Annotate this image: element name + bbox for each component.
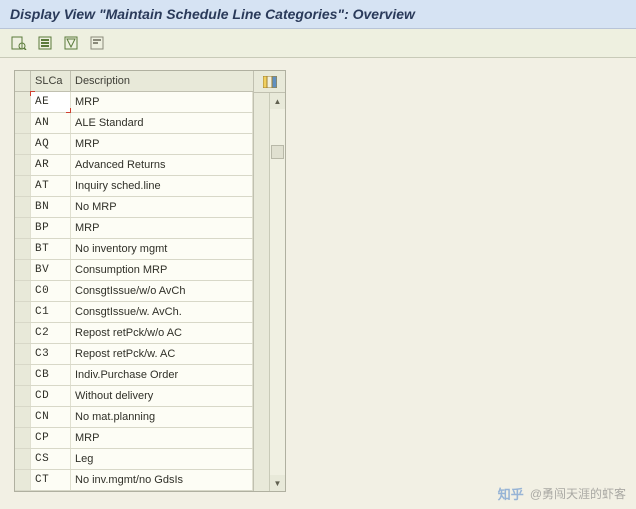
cell-description[interactable]: Without delivery [71,386,253,406]
vertical-scrollbar[interactable]: ▲ ▼ [269,93,285,491]
table-row[interactable]: C2Repost retPck/w/o AC [15,323,253,344]
cell-slca[interactable]: BT [31,239,71,259]
col-slca[interactable]: SLCa [31,71,71,91]
cell-slca[interactable]: CT [31,470,71,490]
row-selector[interactable] [15,323,31,343]
table-row[interactable]: BNNo MRP [15,197,253,218]
cell-description[interactable]: No MRP [71,197,253,217]
grid-body: AEMRPANALE StandardAQMRPARAdvanced Retur… [15,92,253,491]
cell-description[interactable]: Indiv.Purchase Order [71,365,253,385]
scroll-thumb[interactable] [271,145,284,159]
cell-slca[interactable]: C0 [31,281,71,301]
row-selector[interactable] [15,155,31,175]
cell-slca[interactable]: AT [31,176,71,196]
cell-slca[interactable]: C2 [31,323,71,343]
grid-side: ▲ ▼ [253,71,285,491]
table-row[interactable]: CNNo mat.planning [15,407,253,428]
row-selector[interactable] [15,281,31,301]
scroll-up-button[interactable]: ▲ [270,93,285,109]
window-title: Display View "Maintain Schedule Line Cat… [0,0,636,29]
configure-columns-button[interactable] [254,71,285,93]
row-selector[interactable] [15,302,31,322]
row-selector[interactable] [15,176,31,196]
cell-description[interactable]: ALE Standard [71,113,253,133]
print-button[interactable] [88,35,106,51]
table-row[interactable]: BVConsumption MRP [15,260,253,281]
row-selector[interactable] [15,365,31,385]
table-row[interactable]: ANALE Standard [15,113,253,134]
cell-slca[interactable]: BP [31,218,71,238]
cell-slca[interactable]: CN [31,407,71,427]
row-selector[interactable] [15,92,31,112]
cell-description[interactable]: MRP [71,428,253,448]
cell-slca[interactable]: CP [31,428,71,448]
deselect-all-button[interactable] [62,35,80,51]
scroll-track[interactable] [270,109,285,475]
col-select[interactable] [15,71,31,91]
schedule-line-grid: SLCa Description AEMRPANALE StandardAQMR… [14,70,286,492]
cell-description[interactable]: ConsgtIssue/w. AvCh. [71,302,253,322]
cell-description[interactable]: MRP [71,134,253,154]
row-selector[interactable] [15,134,31,154]
col-description[interactable]: Description [71,71,253,91]
row-selector[interactable] [15,449,31,469]
row-selector[interactable] [15,470,31,490]
content-area: SLCa Description AEMRPANALE StandardAQMR… [0,58,636,504]
cell-slca[interactable]: CB [31,365,71,385]
cell-slca[interactable]: CD [31,386,71,406]
cell-description[interactable]: Inquiry sched.line [71,176,253,196]
cell-slca[interactable]: BN [31,197,71,217]
cell-slca[interactable]: C1 [31,302,71,322]
cell-slca[interactable]: AR [31,155,71,175]
row-selector[interactable] [15,260,31,280]
cell-description[interactable]: No inv.mgmt/no GdsIs [71,470,253,490]
row-selector[interactable] [15,407,31,427]
row-selector[interactable] [15,113,31,133]
cell-description[interactable]: MRP [71,92,253,112]
row-selector[interactable] [15,197,31,217]
cell-description[interactable]: No mat.planning [71,407,253,427]
table-row[interactable]: C0ConsgtIssue/w/o AvCh [15,281,253,302]
table-row[interactable]: CDWithout delivery [15,386,253,407]
table-row[interactable]: ATInquiry sched.line [15,176,253,197]
table-row[interactable]: CBIndiv.Purchase Order [15,365,253,386]
table-row[interactable]: C3Repost retPck/w. AC [15,344,253,365]
row-selector[interactable] [15,239,31,259]
table-row[interactable]: BTNo inventory mgmt [15,239,253,260]
toolbar [0,29,636,58]
cell-description[interactable]: ConsgtIssue/w/o AvCh [71,281,253,301]
row-selector[interactable] [15,218,31,238]
cell-description[interactable]: MRP [71,218,253,238]
scroll-down-button[interactable]: ▼ [270,475,285,491]
select-all-button[interactable] [36,35,54,51]
cell-slca[interactable]: AN [31,113,71,133]
cell-slca[interactable]: C3 [31,344,71,364]
table-row[interactable]: AQMRP [15,134,253,155]
details-button[interactable] [10,35,28,51]
table-row[interactable]: CPMRP [15,428,253,449]
cell-description[interactable]: No inventory mgmt [71,239,253,259]
cell-description[interactable]: Leg [71,449,253,469]
cell-description[interactable]: Advanced Returns [71,155,253,175]
table-row[interactable]: AEMRP [15,92,253,113]
table-row[interactable]: ARAdvanced Returns [15,155,253,176]
table-row[interactable]: CTNo inv.mgmt/no GdsIs [15,470,253,491]
grid-header: SLCa Description [15,71,253,92]
table-row[interactable]: BPMRP [15,218,253,239]
cell-description[interactable]: Repost retPck/w. AC [71,344,253,364]
cell-slca[interactable]: CS [31,449,71,469]
row-selector[interactable] [15,344,31,364]
row-selector[interactable] [15,428,31,448]
table-row[interactable]: CSLeg [15,449,253,470]
row-selector[interactable] [15,386,31,406]
cell-slca[interactable]: BV [31,260,71,280]
cell-description[interactable]: Repost retPck/w/o AC [71,323,253,343]
table-row[interactable]: C1ConsgtIssue/w. AvCh. [15,302,253,323]
cell-slca[interactable]: AQ [31,134,71,154]
cell-slca[interactable]: AE [31,92,71,112]
cell-description[interactable]: Consumption MRP [71,260,253,280]
